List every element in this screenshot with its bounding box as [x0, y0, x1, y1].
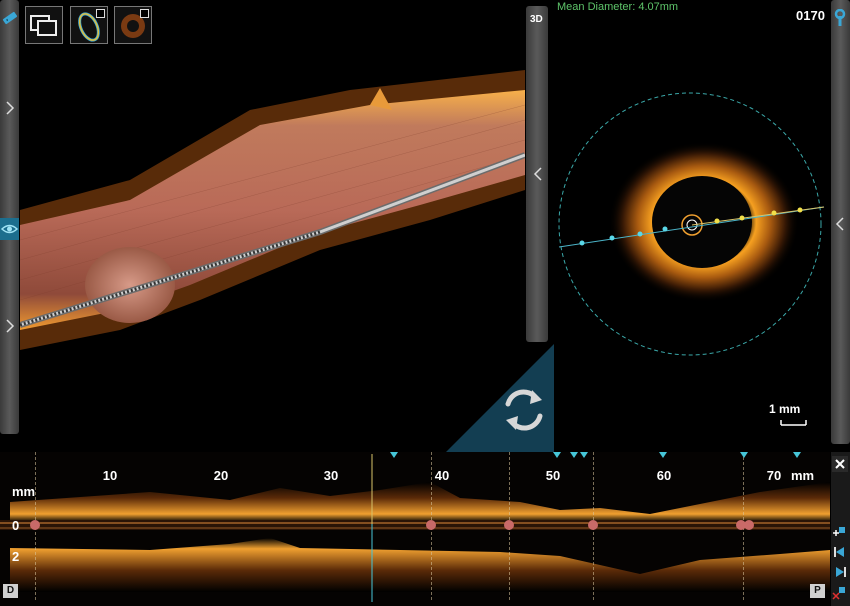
expand-left-bottom-icon[interactable] [0, 316, 20, 336]
ruler-tick-label: 70 [766, 468, 782, 483]
ruler-tick-label: 20 [213, 468, 229, 483]
bookmark-marker[interactable] [659, 452, 667, 458]
crosssection-view-checkbox[interactable] [140, 9, 149, 18]
mean-diameter-readout: Mean Diameter: 4.07mm [557, 1, 678, 13]
bookmark-marker[interactable] [740, 452, 748, 458]
ruler-tick-label: 10 [102, 468, 118, 483]
proximal-label[interactable]: P [810, 584, 825, 598]
y-tick-2: 2 [12, 549, 20, 564]
crosssection-view-button[interactable] [114, 6, 152, 44]
collapse-center-icon[interactable] [528, 164, 548, 184]
mean-diameter-value: 4.07mm [638, 1, 679, 13]
collapse-right-icon[interactable] [830, 214, 850, 234]
ruler-icon[interactable] [0, 8, 20, 28]
ring-view-checkbox[interactable] [96, 9, 105, 18]
ruler-tick-label: 30 [323, 468, 339, 483]
longitudinal-panel[interactable] [0, 452, 830, 606]
remove-bookmark-icon[interactable] [832, 584, 848, 600]
eye-toggle[interactable] [0, 218, 19, 240]
left-tool-rail [0, 0, 19, 434]
bookmark-marker[interactable] [553, 452, 561, 458]
lumen-marker [744, 520, 754, 530]
ruler-tick-label: 40 [434, 468, 450, 483]
next-bookmark-icon[interactable] [832, 564, 848, 580]
y-unit-label: mm [12, 484, 36, 499]
bookmark-marker[interactable] [580, 452, 588, 458]
close-icon[interactable] [832, 456, 848, 472]
ruler-tick-label: 50 [545, 468, 561, 483]
bookmark-marker[interactable] [390, 452, 398, 458]
lumen-marker [30, 520, 40, 530]
layout-icon [30, 15, 57, 36]
eye-icon [0, 224, 19, 234]
add-bookmark-icon[interactable] [832, 524, 848, 540]
bookmark-marker[interactable] [570, 452, 578, 458]
ring-view-button[interactable] [70, 6, 108, 44]
mean-diameter-label: Mean Diameter: [557, 1, 636, 13]
prev-bookmark-icon[interactable] [832, 544, 848, 560]
cross-section-panel[interactable] [554, 20, 830, 430]
view-3d-label[interactable]: 3D [530, 14, 543, 25]
lumen-marker [426, 520, 436, 530]
wrench-icon[interactable] [830, 8, 850, 28]
lumen-marker [588, 520, 598, 530]
bookmark-marker[interactable] [793, 452, 801, 458]
scale-bar-label: 1 mm [769, 402, 801, 416]
distal-label[interactable]: D [3, 584, 18, 598]
layout-view-button[interactable] [25, 6, 63, 44]
ruler-units: mm [791, 468, 815, 483]
ruler-tick-label: 60 [656, 468, 672, 483]
expand-left-top-icon[interactable] [0, 98, 20, 118]
y-tick-0: 0 [12, 518, 20, 533]
rotate-button[interactable] [446, 344, 554, 452]
lumen-marker [504, 520, 514, 530]
